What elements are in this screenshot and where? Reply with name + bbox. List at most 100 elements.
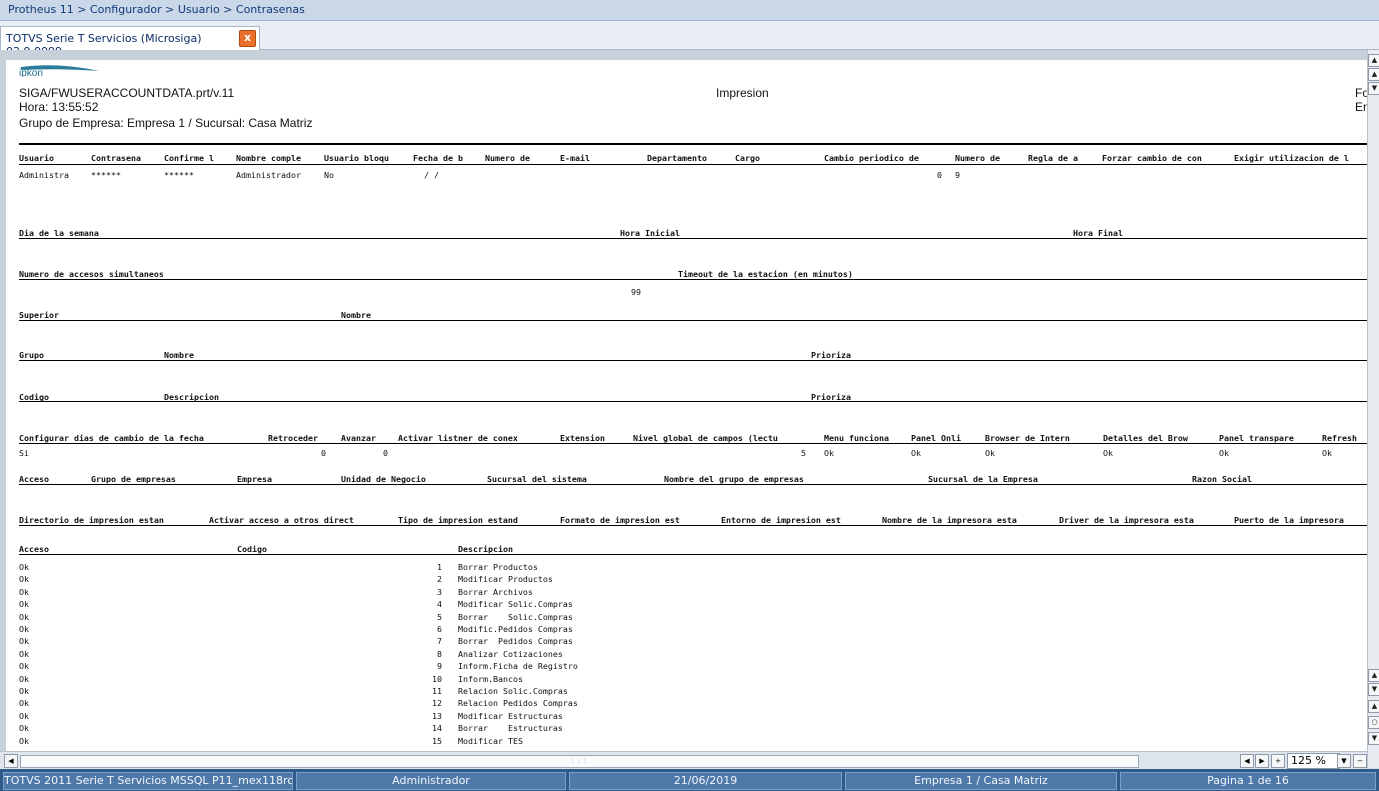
column-header: Entorno de impresion est [721, 515, 841, 525]
column-header: Cambio periodico de [824, 153, 919, 163]
permission-code: 7 [437, 636, 442, 647]
permission-code: 4 [437, 599, 442, 610]
permission-access: Ok [19, 735, 29, 746]
permission-code: 1 [437, 562, 442, 572]
horizontal-scroll-thumb[interactable]: ⋮⋮⋮ [20, 755, 1139, 768]
config-cell: Ok [824, 448, 834, 458]
permission-description: Inform.Bancos [458, 673, 523, 684]
column-header: Acceso [19, 474, 49, 484]
zoom-select[interactable]: 125 % [1287, 753, 1340, 769]
permission-access: Ok [19, 611, 29, 622]
page-down-icon[interactable]: ▼ [1368, 732, 1379, 745]
column-header: Browser de Intern [985, 433, 1070, 443]
vertical-scrollbar[interactable]: ▲ ▲ ▼ ▲ ▼ ▲ ○ ▼ [1367, 50, 1379, 768]
scroll-left-icon[interactable]: ◀ [4, 754, 18, 768]
status-system: TOTVS 2011 Serie T Servicios MSSQL P11_m… [3, 772, 293, 790]
user-cell: ****** [164, 170, 194, 180]
user-cell: ****** [91, 170, 121, 180]
config-cell: 0 [383, 448, 388, 458]
permission-description: Analizar Cotizaciones [458, 648, 563, 659]
column-header: Contrasena [91, 153, 141, 163]
column-header: Razon Social [1192, 474, 1252, 484]
permission-access: Ok [19, 661, 29, 672]
divider [19, 164, 1367, 165]
report-title: Impresion [716, 86, 769, 100]
column-header: Nombre [341, 310, 371, 320]
column-header: Exigir utilizacion de l [1234, 153, 1349, 163]
next-page-icon[interactable]: ▶ [1255, 754, 1269, 768]
permission-code: 2 [437, 574, 442, 585]
permission-description: Relacion Solic.Compras [458, 686, 568, 696]
permission-description: Borrar Productos [458, 562, 538, 572]
program-name: SIGA/FWUSERACCOUNTDATA.prt/v.11 [19, 86, 235, 100]
zoom-in-icon[interactable]: + [1271, 754, 1285, 768]
column-header: Fecha de b [413, 153, 463, 163]
config-cell: 5 [801, 448, 806, 458]
status-bar: TOTVS 2011 Serie T Servicios MSSQL P11_m… [0, 769, 1379, 791]
tab-totvs-servicios[interactable]: TOTVS Serie T Servicios (Microsiga) 02.9… [0, 26, 260, 58]
scroll-up-small-icon[interactable]: ▲ [1368, 669, 1379, 682]
permission-access: Ok [19, 673, 29, 684]
column-header: Prioriza [811, 350, 851, 360]
permission-description: Modificar TES [458, 735, 523, 746]
column-header: Superior [19, 310, 59, 320]
header-right-bottom: En [1355, 100, 1367, 114]
scroll-down-small-icon[interactable]: ▼ [1368, 683, 1379, 696]
permission-access: Ok [19, 636, 29, 647]
company-line: Grupo de Empresa: Empresa 1 / Sucursal: … [19, 116, 313, 130]
permission-description: Relacion Pedidos Compras [458, 698, 578, 709]
scroll-up-icon[interactable]: ▲ [1368, 68, 1379, 81]
column-header: Dia de la semana [19, 228, 99, 238]
column-header: Detalles del Brow [1103, 433, 1188, 443]
status-page: Pagina 1 de 16 [1120, 772, 1376, 790]
close-tab-icon[interactable]: x [239, 30, 256, 47]
column-header: Forzar cambio de con [1102, 153, 1202, 163]
column-header: Hora Inicial [620, 228, 680, 238]
zoom-dropdown-icon[interactable]: ▼ [1337, 754, 1351, 768]
permission-description: Modificar Productos [458, 574, 553, 585]
permission-access: Ok [19, 686, 29, 696]
print-time: Hora: 13:55:52 [19, 100, 99, 114]
permission-description: Modific.Pedidos Compras [458, 624, 573, 634]
svg-text:ipkon: ipkon [19, 68, 43, 77]
header-right-top: Fo [1355, 86, 1367, 100]
scroll-top-icon[interactable]: ▲ [1368, 54, 1379, 67]
permission-access: Ok [19, 599, 29, 610]
column-header: Nivel global de campos (lectu [633, 433, 778, 443]
permission-code: 6 [437, 624, 442, 634]
user-cell: / / [424, 170, 439, 180]
column-header: Avanzar [341, 433, 376, 443]
status-company: Empresa 1 / Casa Matriz [845, 772, 1117, 790]
permission-code: 15 [432, 735, 442, 746]
config-cell: 0 [321, 448, 326, 458]
breadcrumb: Protheus 11 > Configurador > Usuario > C… [0, 0, 1379, 21]
zoom-reset-icon[interactable]: ○ [1368, 716, 1379, 729]
user-cell: 0 [937, 170, 942, 180]
permission-access: Ok [19, 562, 29, 572]
permission-description: Borrar Solic.Compras [458, 611, 573, 622]
user-cell: No [324, 170, 334, 180]
page-up-icon[interactable]: ▲ [1368, 700, 1379, 713]
tab-bar: TOTVS Serie T Servicios (Microsiga) 02.9… [0, 21, 1379, 58]
permission-code: 9 [437, 661, 442, 672]
permission-access: Ok [19, 574, 29, 585]
breadcrumb-text[interactable]: Protheus 11 > Configurador > Usuario > C… [8, 3, 305, 16]
permission-description: Borrar Archivos [458, 586, 533, 597]
horizontal-scrollbar[interactable]: ◀ ⋮⋮⋮ ◀ ▶ + 125 % ▼ − [0, 751, 1367, 769]
column-header: Nombre del grupo de empresas [664, 474, 804, 484]
permission-code: 14 [432, 723, 442, 734]
permission-access: Ok [19, 624, 29, 634]
prev-page-icon[interactable]: ◀ [1240, 754, 1254, 768]
column-header: Confirme l [164, 153, 214, 163]
column-header: E-mail [560, 153, 590, 163]
permission-code: 3 [437, 586, 442, 597]
config-cell: Ok [1219, 448, 1229, 458]
permission-access: Ok [19, 648, 29, 659]
scroll-down-icon[interactable]: ▼ [1368, 82, 1379, 95]
status-user: Administrador [296, 772, 566, 790]
column-header: Puerto de la impresora [1234, 515, 1344, 525]
column-header: Refresh [1322, 433, 1357, 443]
permission-description: Borrar Pedidos Compras [458, 636, 573, 647]
permission-access: Ok [19, 698, 29, 709]
zoom-out-icon[interactable]: − [1353, 754, 1367, 768]
